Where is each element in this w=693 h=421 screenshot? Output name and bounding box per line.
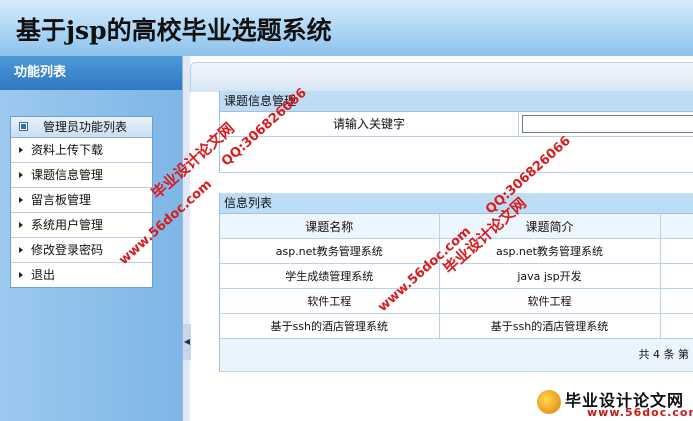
column-divider [518,112,519,136]
table-row[interactable]: asp.net教务管理系统 asp.net教务管理系统 [220,238,693,264]
triangle-right-icon [19,197,23,203]
sidebar-item-logout[interactable]: 退出 [11,263,152,287]
triangle-right-icon [19,147,23,153]
column-header-topic-intro: 课题简介 [439,214,661,239]
table-cell [660,288,693,314]
sidebar-item-change-password[interactable]: 修改登录密码 [11,238,152,263]
admin-menu-header: 管理员功能列表 [11,117,152,138]
sidebar-item-label: 课题信息管理 [31,168,104,182]
sidebar-item-label: 留言板管理 [31,193,92,207]
table-row[interactable]: 学生成绩管理系统 java jsp开发 [220,263,693,289]
app-header: 基于jsp的高校毕业选题系统 [0,0,693,56]
admin-menu-title: 管理员功能列表 [43,120,128,134]
triangle-right-icon [19,222,23,228]
info-list-title: 信息列表 [220,193,693,214]
sidebar-item-label: 资料上传下载 [31,143,104,157]
table-row[interactable]: 基于ssh的酒店管理系统 基于ssh的酒店管理系统 [220,313,693,339]
column-header-extra [660,214,693,239]
footer-logo-url: www.56doc.com [587,406,693,419]
sidebar-item-label: 修改登录密码 [31,243,104,257]
triangle-right-icon [19,247,23,253]
app-title: 基于jsp的高校毕业选题系统 [16,16,332,45]
collapse-arrow-icon[interactable]: ◀ [183,324,191,360]
triangle-right-icon [19,172,23,178]
sidebar-item-user-management[interactable]: 系统用户管理 [11,213,152,238]
search-panel-title: 课题信息管理 [220,91,693,112]
table-cell: 学生成绩管理系统 [220,263,440,289]
table-cell: java jsp开发 [439,263,661,289]
table-cell: 软件工程 [439,288,661,314]
table-header-row: 课题名称 课题简介 [220,214,693,239]
table-cell [660,263,693,289]
table-cell: 基于ssh的酒店管理系统 [220,313,440,339]
search-row: 请输入关键字 [220,112,693,137]
table-cell: 软件工程 [220,288,440,314]
logo-emblem-icon [537,390,561,414]
table-cell: asp.net教务管理系统 [439,238,661,264]
footer-logo: 毕业设计论文网 www.56doc.com [527,386,693,421]
sidebar-item-topic-management[interactable]: 课题信息管理 [11,163,152,188]
sidebar-header-label: 功能列表 [14,65,67,80]
table-cell [660,313,693,339]
table-cell: asp.net教务管理系统 [220,238,440,264]
sidebar-item-message-board[interactable]: 留言板管理 [11,188,152,213]
menu-list-icon [19,122,28,131]
table-cell [660,238,693,264]
admin-menu: 管理员功能列表 资料上传下载 课题信息管理 留言板管理 系统用户管理 修改登录密… [10,116,153,288]
info-list-panel: 信息列表 课题名称 课题简介 asp.net教务管理系统 asp.net教务管理… [219,193,693,372]
sidebar-item-upload-download[interactable]: 资料上传下载 [11,138,152,163]
table-cell: 基于ssh的酒店管理系统 [439,313,661,339]
pager: 共 4 条 第 [220,339,693,372]
info-table: 课题名称 课题简介 asp.net教务管理系统 asp.net教务管理系统 学生… [220,214,693,339]
sidebar-item-label: 退出 [31,268,56,282]
content-top-bar [190,62,693,92]
sidebar-splitter[interactable]: ◀ [182,56,191,421]
column-header-topic-name: 课题名称 [220,214,440,239]
sidebar-header: 功能列表 [0,56,182,90]
triangle-right-icon [19,272,23,278]
table-row[interactable]: 软件工程 软件工程 [220,288,693,314]
search-panel: 课题信息管理 请输入关键字 [219,91,693,173]
keyword-input[interactable] [522,115,693,133]
keyword-label: 请输入关键字 [332,117,405,131]
sidebar-item-label: 系统用户管理 [31,218,104,232]
